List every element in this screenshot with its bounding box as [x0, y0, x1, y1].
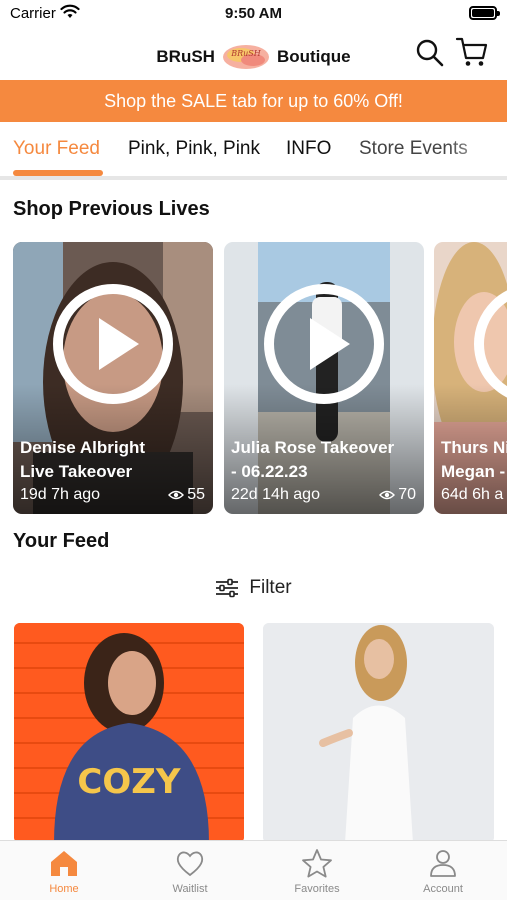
- feed-product-card[interactable]: [263, 623, 494, 843]
- section-title-your-feed: Your Feed: [13, 530, 110, 552]
- home-icon: [51, 851, 77, 876]
- battery-icon: [469, 6, 500, 20]
- product-graphic-text: COZY: [77, 762, 181, 802]
- sliders-icon: [216, 578, 239, 598]
- product-image: COZY: [14, 623, 244, 843]
- tabs-fade-overlay: [447, 122, 507, 176]
- section-title-previous-lives: Shop Previous Lives: [13, 198, 210, 220]
- feed-product-card[interactable]: COZY: [14, 623, 244, 843]
- person-icon: [430, 850, 456, 877]
- play-icon[interactable]: [264, 284, 384, 404]
- app-header: BRuSH BRuSH Boutique: [0, 28, 507, 80]
- tab-info[interactable]: INFO: [286, 138, 331, 160]
- promo-banner[interactable]: Shop the SALE tab for up to 60% Off!: [0, 80, 507, 122]
- filter-button[interactable]: Filter: [0, 573, 507, 603]
- nav-favorites[interactable]: Favorites: [267, 847, 367, 899]
- active-tab-indicator: [13, 170, 103, 176]
- bottom-tab-bar: Home Waitlist Favorites Account: [0, 840, 507, 900]
- live-title: Denise Albright Live Takeover: [20, 438, 145, 481]
- brush-logo-icon: BRuSH: [222, 45, 269, 69]
- product-image: [263, 623, 494, 843]
- play-icon[interactable]: [53, 284, 173, 404]
- live-card[interactable]: Thurs Ni Megan - 64d 6h a: [434, 242, 507, 514]
- star-icon: [302, 849, 332, 878]
- nav-waitlist-label: Waitlist: [172, 883, 208, 895]
- live-title: Thurs Ni Megan -: [441, 438, 507, 481]
- eye-icon: [168, 490, 185, 500]
- heart-icon: [176, 851, 204, 877]
- live-view-count: 70: [379, 486, 416, 504]
- tab-your-feed[interactable]: Your Feed: [13, 138, 100, 160]
- live-card[interactable]: Julia Rose Takeover - 06.22.23 22d 14h a…: [224, 242, 424, 514]
- brand-name-right: Boutique: [276, 47, 351, 66]
- nav-home[interactable]: Home: [14, 847, 114, 899]
- live-time-ago: 22d 14h ago: [231, 486, 320, 503]
- clock: 9:50 AM: [225, 5, 282, 22]
- brand-name-left: BRuSH: [156, 47, 215, 66]
- logo-script: BRuSH: [230, 49, 262, 58]
- nav-waitlist[interactable]: Waitlist: [140, 847, 240, 899]
- status-bar: Carrier 9:50 AM: [0, 0, 507, 28]
- live-view-count: 55: [168, 486, 205, 504]
- tab-pink-pink-pink[interactable]: Pink, Pink, Pink: [128, 138, 260, 160]
- filter-label: Filter: [249, 577, 292, 598]
- search-icon[interactable]: [415, 38, 445, 68]
- live-time-ago: 19d 7h ago: [20, 486, 101, 503]
- previous-lives-carousel[interactable]: Denise Albright Live Takeover 19d 7h ago…: [0, 242, 507, 516]
- nav-account[interactable]: Account: [393, 847, 493, 899]
- play-icon[interactable]: [474, 284, 507, 404]
- nav-home-label: Home: [49, 883, 79, 895]
- category-tabs: Your Feed Pink, Pink, Pink INFO Store Ev…: [0, 122, 507, 180]
- live-title: Julia Rose Takeover - 06.22.23: [231, 438, 395, 481]
- eye-icon: [379, 490, 396, 500]
- live-time-ago: 64d 6h a: [441, 486, 504, 503]
- live-card[interactable]: Denise Albright Live Takeover 19d 7h ago…: [13, 242, 213, 514]
- nav-favorites-label: Favorites: [294, 883, 340, 895]
- promo-text: Shop the SALE tab for up to 60% Off!: [104, 90, 403, 111]
- nav-account-label: Account: [423, 883, 463, 895]
- cart-icon[interactable]: [455, 36, 489, 68]
